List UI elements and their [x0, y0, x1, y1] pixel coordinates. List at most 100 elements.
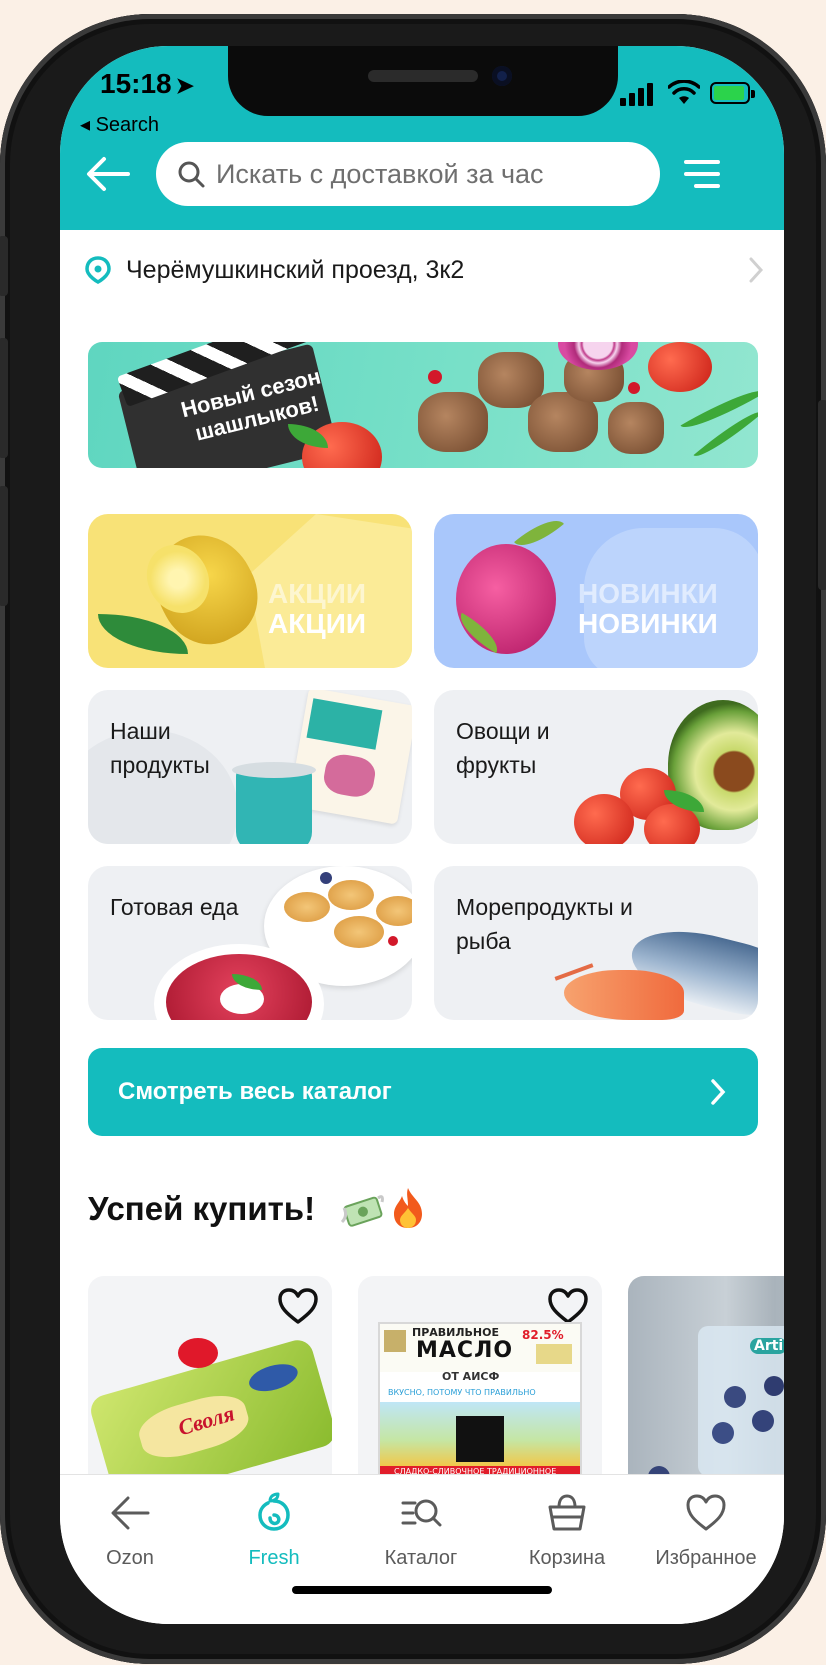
status-time-text: 15:18	[100, 68, 172, 99]
blueberry-image	[712, 1422, 734, 1444]
butter-emblem-image	[384, 1330, 406, 1352]
app-header: 15:18 ➤ ◂ Search Искать с доставкой за ч…	[60, 46, 784, 230]
tab-label: Каталог	[384, 1547, 458, 1569]
search-input[interactable]: Искать с доставкой за час	[156, 142, 660, 206]
cranberry-image	[388, 936, 398, 946]
category-label-line1: Готовая еда	[110, 894, 239, 920]
tab-ozon[interactable]: Ozon	[60, 1475, 202, 1585]
skewer-meat-image	[608, 402, 664, 454]
cheese-logo-image	[178, 1338, 218, 1368]
syrniki-image	[328, 880, 374, 910]
wifi-icon	[668, 80, 700, 104]
tab-label: Fresh	[248, 1547, 300, 1569]
butter-fat: 82.5%	[522, 1328, 564, 1342]
butter-landscape-image	[380, 1402, 580, 1466]
product-card[interactable]: ПРАВИЛЬНОЕ МАСЛО 82.5% ОТ АИСФ ВКУСНО, П…	[358, 1276, 602, 1496]
fire-icon	[394, 1188, 422, 1228]
pack-label-image	[306, 698, 383, 750]
yogurt-lid-image	[232, 762, 316, 778]
bottom-tab-bar: Ozon Fresh Каталог Корзина Избранное	[60, 1474, 784, 1624]
berry-image	[628, 382, 640, 394]
butter-package-image: ПРАВИЛЬНОЕ МАСЛО 82.5% ОТ АИСФ ВКУСНО, П…	[378, 1322, 582, 1482]
front-camera	[492, 66, 512, 86]
dragon-fruit-image	[456, 544, 556, 654]
flying-money-icon	[340, 1195, 384, 1227]
arrow-left-icon	[111, 1496, 150, 1530]
butter-seal-image	[536, 1344, 572, 1364]
signal-bar-icon	[620, 98, 626, 106]
category-label-line2: рыба	[456, 928, 511, 954]
search-icon	[178, 161, 205, 188]
yogurt-cup-image	[232, 762, 316, 844]
category-tile-ready-food[interactable]: Готовая еда	[88, 866, 412, 1020]
status-indicators	[620, 80, 760, 106]
category-label: Овощи и фрукты	[456, 714, 550, 782]
category-tile-our-products[interactable]: Наши продукты	[88, 690, 412, 844]
location-pin-icon	[85, 256, 111, 284]
category-label: Морепродукты и рыба	[456, 890, 633, 958]
promo-tile-new[interactable]: НОВИНКИ НОВИНКИ	[434, 514, 758, 668]
category-tile-seafood-fish[interactable]: Морепродукты и рыба	[434, 866, 758, 1020]
promo-tile-sales[interactable]: АКЦИИ АКЦИИ	[88, 514, 412, 668]
battery-level	[714, 86, 744, 100]
category-label: Готовая еда	[110, 890, 238, 924]
pack-character-image	[321, 751, 378, 800]
signal-bar-icon	[638, 88, 644, 106]
chevron-right-icon	[749, 257, 764, 283]
cheese-badge-image	[246, 1359, 301, 1397]
butter-top-band: ПРАВИЛЬНОЕ МАСЛО 82.5%	[380, 1324, 580, 1372]
menu-icon[interactable]	[684, 160, 720, 188]
catalog-button-label: Смотреть весь каталог	[118, 1078, 392, 1105]
promo-label: НОВИНКИ	[578, 608, 718, 639]
battery-icon	[710, 82, 755, 104]
product-card[interactable]: Arti	[628, 1276, 784, 1496]
tab-favorites[interactable]: Избранное	[634, 1475, 778, 1585]
tab-label: Корзина	[528, 1547, 606, 1569]
phone-notch	[228, 46, 618, 116]
tomato-image	[648, 342, 712, 392]
view-full-catalog-button[interactable]: Смотреть весь каталог	[88, 1048, 758, 1136]
syrniki-image	[334, 916, 384, 948]
category-label-line1: Морепродукты и	[456, 894, 633, 920]
back-to-app-link[interactable]: ◂ Search	[80, 112, 159, 137]
signal-bar-icon	[647, 83, 653, 106]
category-tile-vegetables-fruits[interactable]: Овощи и фрукты	[434, 690, 758, 844]
category-label-line1: Овощи и	[456, 718, 550, 744]
tab-label: Избранное	[655, 1547, 757, 1569]
blueberry-image	[724, 1386, 746, 1408]
category-label: Наши продукты	[110, 714, 210, 782]
promo-label-shadow: АКЦИИ	[268, 578, 367, 609]
category-label-line2: фрукты	[456, 752, 537, 778]
product-card[interactable]: Своля	[88, 1276, 332, 1496]
promo-banner-shashlik[interactable]: Новый сезон шашлыков!	[88, 342, 758, 468]
favorite-heart-icon[interactable]	[276, 1286, 320, 1326]
favorite-heart-icon[interactable]	[546, 1286, 590, 1326]
app-screen: 15:18 ➤ ◂ Search Искать с доставкой за ч…	[60, 46, 784, 1624]
skewer-meat-image	[418, 392, 488, 452]
tab-fresh[interactable]: Fresh	[202, 1475, 346, 1585]
butter-sub-brand: ОТ АИСФ	[442, 1370, 500, 1383]
tomato-image	[574, 794, 634, 844]
promo-label-shadow: НОВИНКИ	[578, 578, 718, 609]
blueberry-image	[752, 1410, 774, 1432]
status-time: 15:18 ➤	[100, 68, 194, 100]
butter-brand-line2: МАСЛО	[416, 1338, 514, 1363]
butter-factory-image	[456, 1416, 504, 1462]
battery-nub	[751, 90, 755, 98]
speaker-grille	[368, 70, 478, 82]
chevron-right-icon	[711, 1079, 726, 1105]
category-label-line1: Наши	[110, 718, 171, 744]
volume-up-button	[0, 338, 8, 458]
back-arrow-icon[interactable]	[86, 156, 130, 192]
home-indicator[interactable]	[292, 1586, 552, 1594]
tab-cart[interactable]: Корзина	[495, 1475, 639, 1585]
syrniki-image	[284, 892, 330, 922]
volume-down-button	[0, 486, 8, 606]
blueberry-image	[764, 1376, 784, 1396]
mute-switch	[0, 236, 8, 296]
delivery-address[interactable]: Черёмушкинский проезд, 3к2	[84, 230, 764, 310]
berry-image	[428, 370, 442, 384]
tab-catalog[interactable]: Каталог	[349, 1475, 493, 1585]
address-text: Черёмушкинский проезд, 3к2	[126, 255, 465, 284]
signal-bar-icon	[629, 93, 635, 106]
